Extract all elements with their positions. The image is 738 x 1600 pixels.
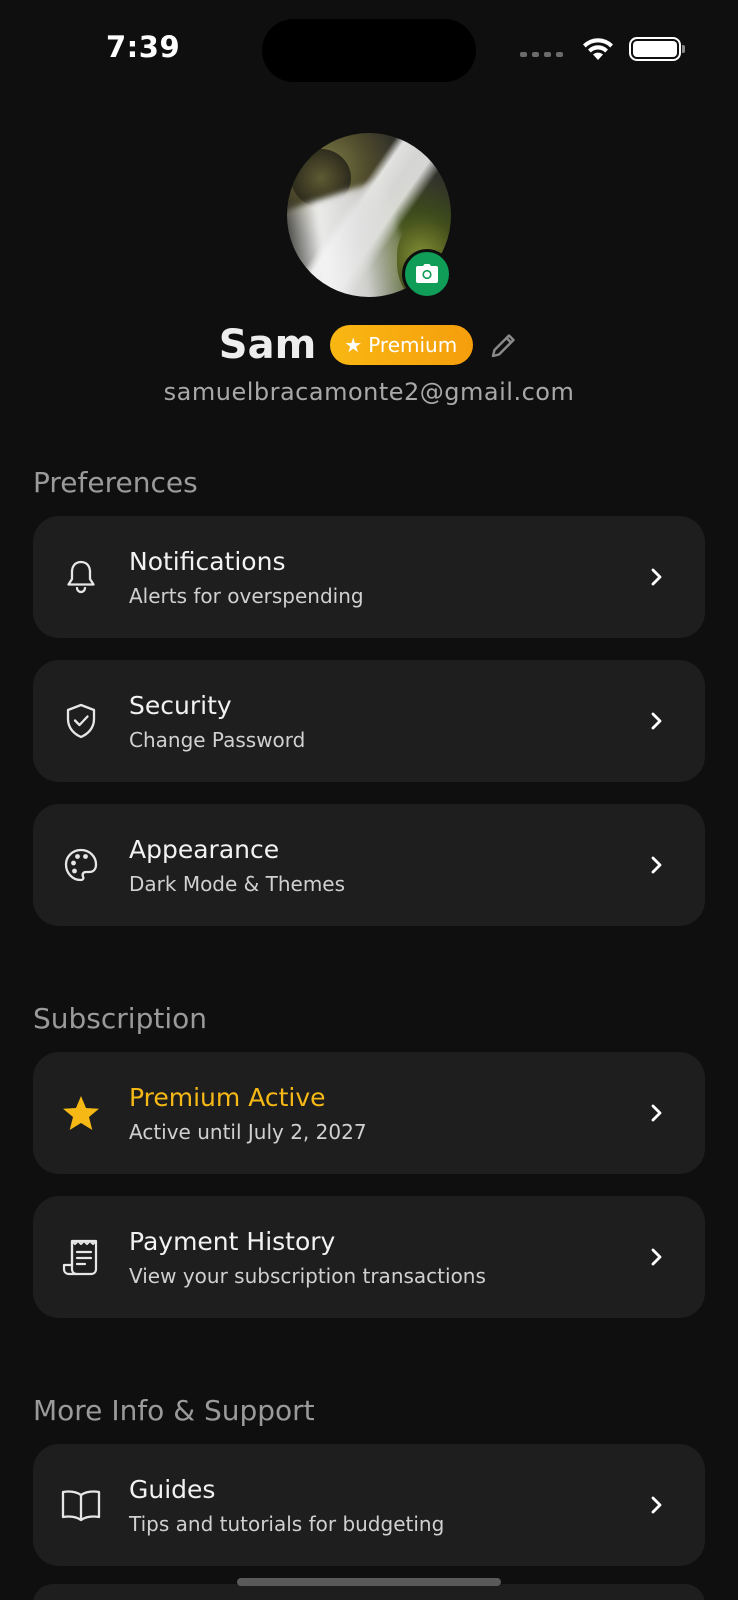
settings-item-premium-active[interactable]: Premium Active Active until July 2, 2027 <box>33 1052 705 1174</box>
battery-icon <box>629 37 685 61</box>
status-icons <box>520 34 685 64</box>
wifi-icon <box>583 38 613 60</box>
settings-item-payment-history[interactable]: Payment History View your subscription t… <box>33 1196 705 1318</box>
item-subtitle: Tips and tutorials for budgeting <box>129 1511 445 1536</box>
profile-name-row: Sam ★ Premium <box>0 322 738 368</box>
item-title: Security <box>129 690 232 720</box>
section-title-support: More Info & Support <box>33 1394 315 1427</box>
chevron-right-icon <box>651 568 662 586</box>
dynamic-island <box>262 19 476 82</box>
profile-email: samuelbracamonte2@gmail.com <box>163 378 575 406</box>
camera-icon <box>416 264 438 283</box>
item-title: Guides <box>129 1474 216 1504</box>
chevron-right-icon <box>651 1104 662 1122</box>
item-subtitle: Dark Mode & Themes <box>129 871 346 896</box>
star-icon <box>63 1096 99 1130</box>
section-title-subscription: Subscription <box>33 1002 207 1035</box>
chevron-right-icon <box>651 856 662 874</box>
home-indicator[interactable] <box>237 1578 501 1586</box>
item-title: Notifications <box>129 546 286 576</box>
item-subtitle: Alerts for overspending <box>129 583 364 608</box>
receipt-icon <box>62 1239 98 1276</box>
cellular-icon <box>520 51 563 57</box>
profile-name: Sam <box>218 322 317 368</box>
settings-item-partial[interactable] <box>33 1584 705 1600</box>
item-subtitle: View your subscription transactions <box>129 1263 486 1288</box>
settings-item-appearance[interactable]: Appearance Dark Mode & Themes <box>33 804 705 926</box>
item-title: Payment History <box>129 1226 336 1256</box>
premium-badge-label: Premium <box>368 333 458 357</box>
settings-item-notifications[interactable]: Notifications Alerts for overspending <box>33 516 705 638</box>
chevron-right-icon <box>651 1496 662 1514</box>
book-icon <box>61 1490 101 1522</box>
shield-check-icon <box>66 703 96 739</box>
change-photo-button[interactable] <box>402 249 452 299</box>
palette-icon <box>64 848 98 882</box>
settings-item-security[interactable]: Security Change Password <box>33 660 705 782</box>
item-subtitle: Active until July 2, 2027 <box>129 1119 367 1144</box>
profile-screen: 7:39 Sam ★ Premium samuelbracamonte2@gma… <box>0 0 738 1600</box>
edit-name-button[interactable] <box>489 330 519 360</box>
chevron-right-icon <box>651 712 662 730</box>
bell-icon <box>67 560 95 594</box>
status-time: 7:39 <box>106 30 181 64</box>
star-icon: ★ <box>344 333 363 357</box>
premium-badge: ★ Premium <box>330 325 474 365</box>
pencil-icon <box>492 334 515 358</box>
settings-item-guides[interactable]: Guides Tips and tutorials for budgeting <box>33 1444 705 1566</box>
item-title: Appearance <box>129 834 280 864</box>
item-subtitle: Change Password <box>129 727 306 752</box>
chevron-right-icon <box>651 1248 662 1266</box>
item-title: Premium Active <box>129 1082 326 1112</box>
section-title-preferences: Preferences <box>33 466 198 499</box>
